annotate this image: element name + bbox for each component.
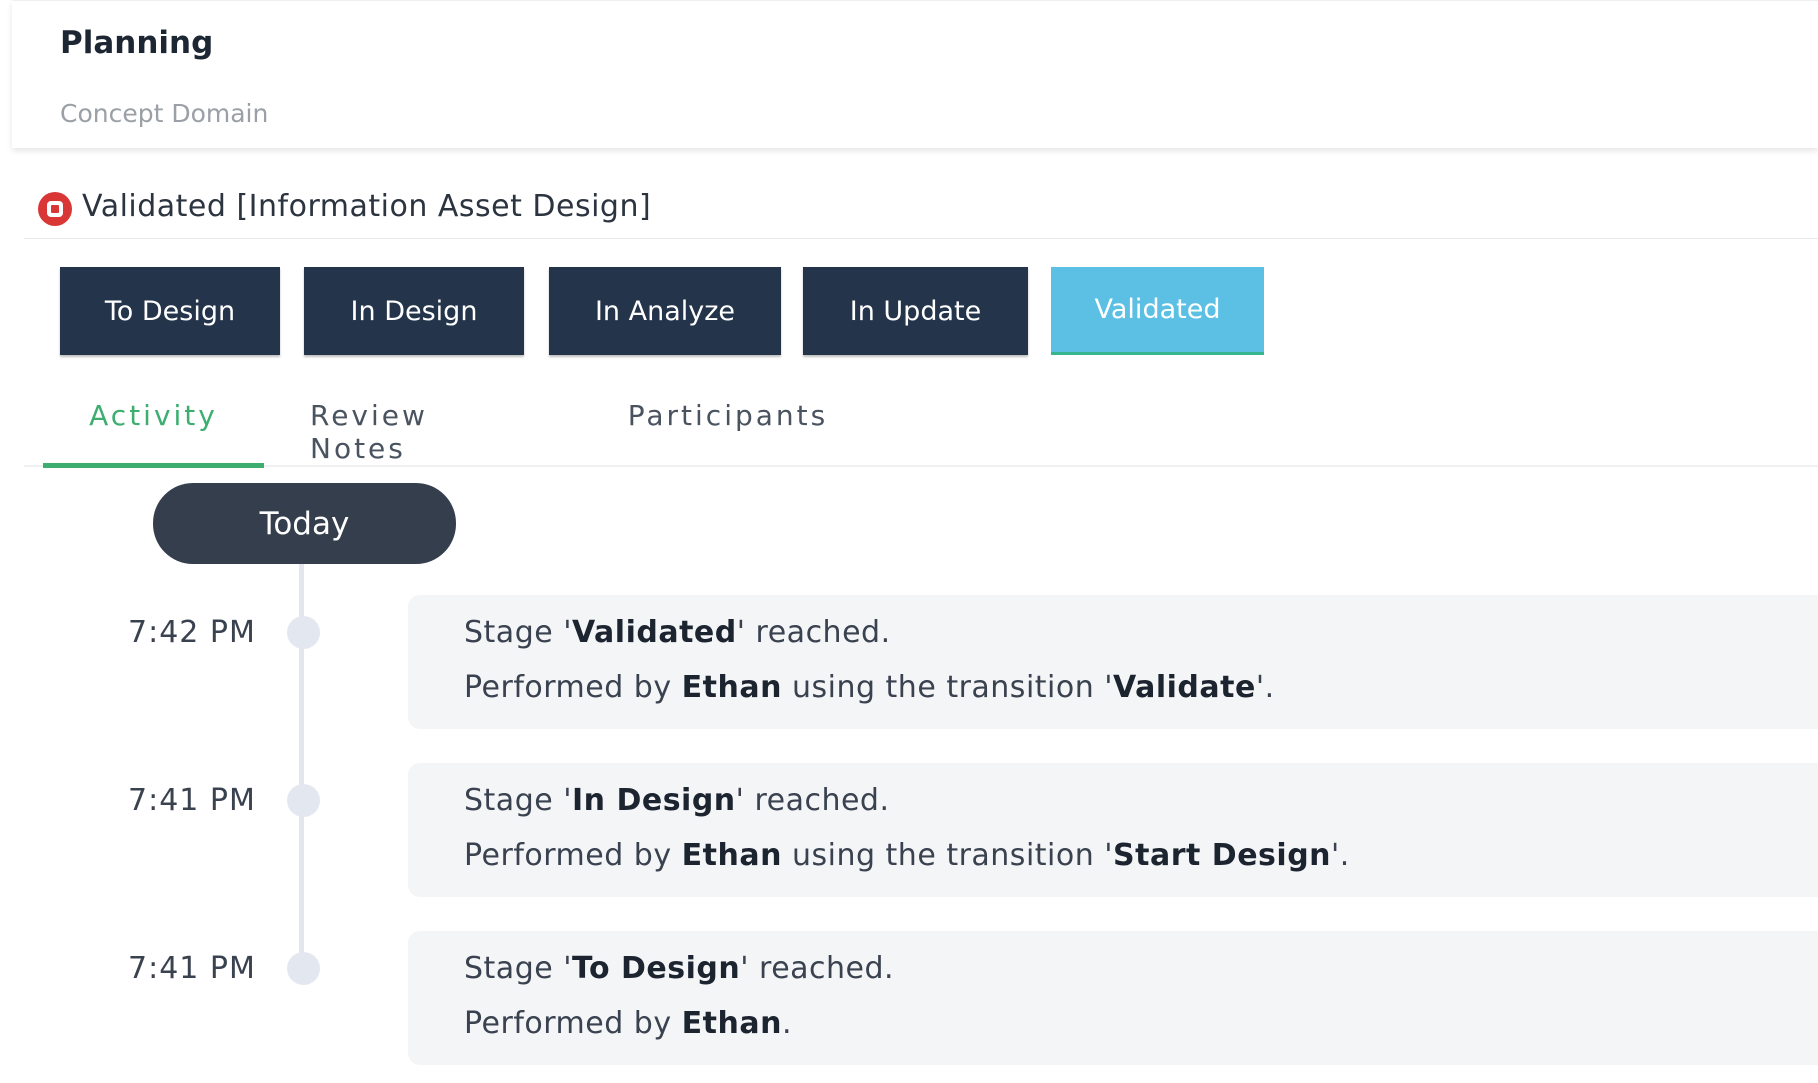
event-stage-name: To Design [571, 951, 741, 986]
event-time: 7:42 PM [128, 615, 256, 650]
event-performer-line: Performed by Ethan using the transition … [464, 670, 1275, 705]
activity-event-card: Stage 'To Design' reached. Performed by … [408, 931, 1818, 1065]
event-user: Ethan [681, 838, 782, 873]
timeline-dot [287, 616, 320, 649]
event-transition: Validate [1113, 670, 1256, 705]
event-time: 7:41 PM [128, 951, 256, 986]
event-transition: Start Design [1113, 838, 1332, 873]
stop-circle-icon [38, 192, 72, 226]
activity-event-card: Stage 'Validated' reached. Performed by … [408, 595, 1818, 729]
transition-in-update-button[interactable]: In Update [803, 267, 1028, 355]
event-user: Ethan [681, 1006, 782, 1041]
timeline-group-today: Today [153, 483, 456, 564]
tab-bar: Activity Review Notes Participants [24, 385, 1818, 468]
transition-to-design-button[interactable]: To Design [60, 267, 280, 355]
current-stage-label: Validated [Information Asset Design] [82, 189, 652, 224]
event-stage-line: Stage 'To Design' reached. [464, 951, 895, 986]
event-time: 7:41 PM [128, 783, 256, 818]
event-stage-line: Stage 'Validated' reached. [464, 615, 891, 650]
transition-in-analyze-button[interactable]: In Analyze [549, 267, 781, 355]
timeline-dot [287, 784, 320, 817]
event-stage-line: Stage 'In Design' reached. [464, 783, 890, 818]
event-performer-line: Performed by Ethan. [464, 1006, 792, 1041]
event-user: Ethan [681, 670, 782, 705]
tab-participants[interactable]: Participants [618, 399, 838, 463]
page-subtitle: Concept Domain [60, 99, 269, 128]
event-stage-name: In Design [571, 783, 736, 818]
timeline-dot [287, 952, 320, 985]
transition-validated-button[interactable]: Validated [1051, 267, 1264, 355]
tab-activity[interactable]: Activity [43, 399, 264, 468]
event-performer-line: Performed by Ethan using the transition … [464, 838, 1350, 873]
activity-event-card: Stage 'In Design' reached. Performed by … [408, 763, 1818, 897]
page-title: Planning [60, 25, 214, 61]
transition-in-design-button[interactable]: In Design [304, 267, 524, 355]
header-card: Planning Concept Domain [12, 0, 1818, 148]
tab-review-notes[interactable]: Review Notes [310, 399, 530, 465]
event-stage-name: Validated [571, 615, 737, 650]
current-stage-row: Validated [Information Asset Design] [24, 180, 1818, 239]
